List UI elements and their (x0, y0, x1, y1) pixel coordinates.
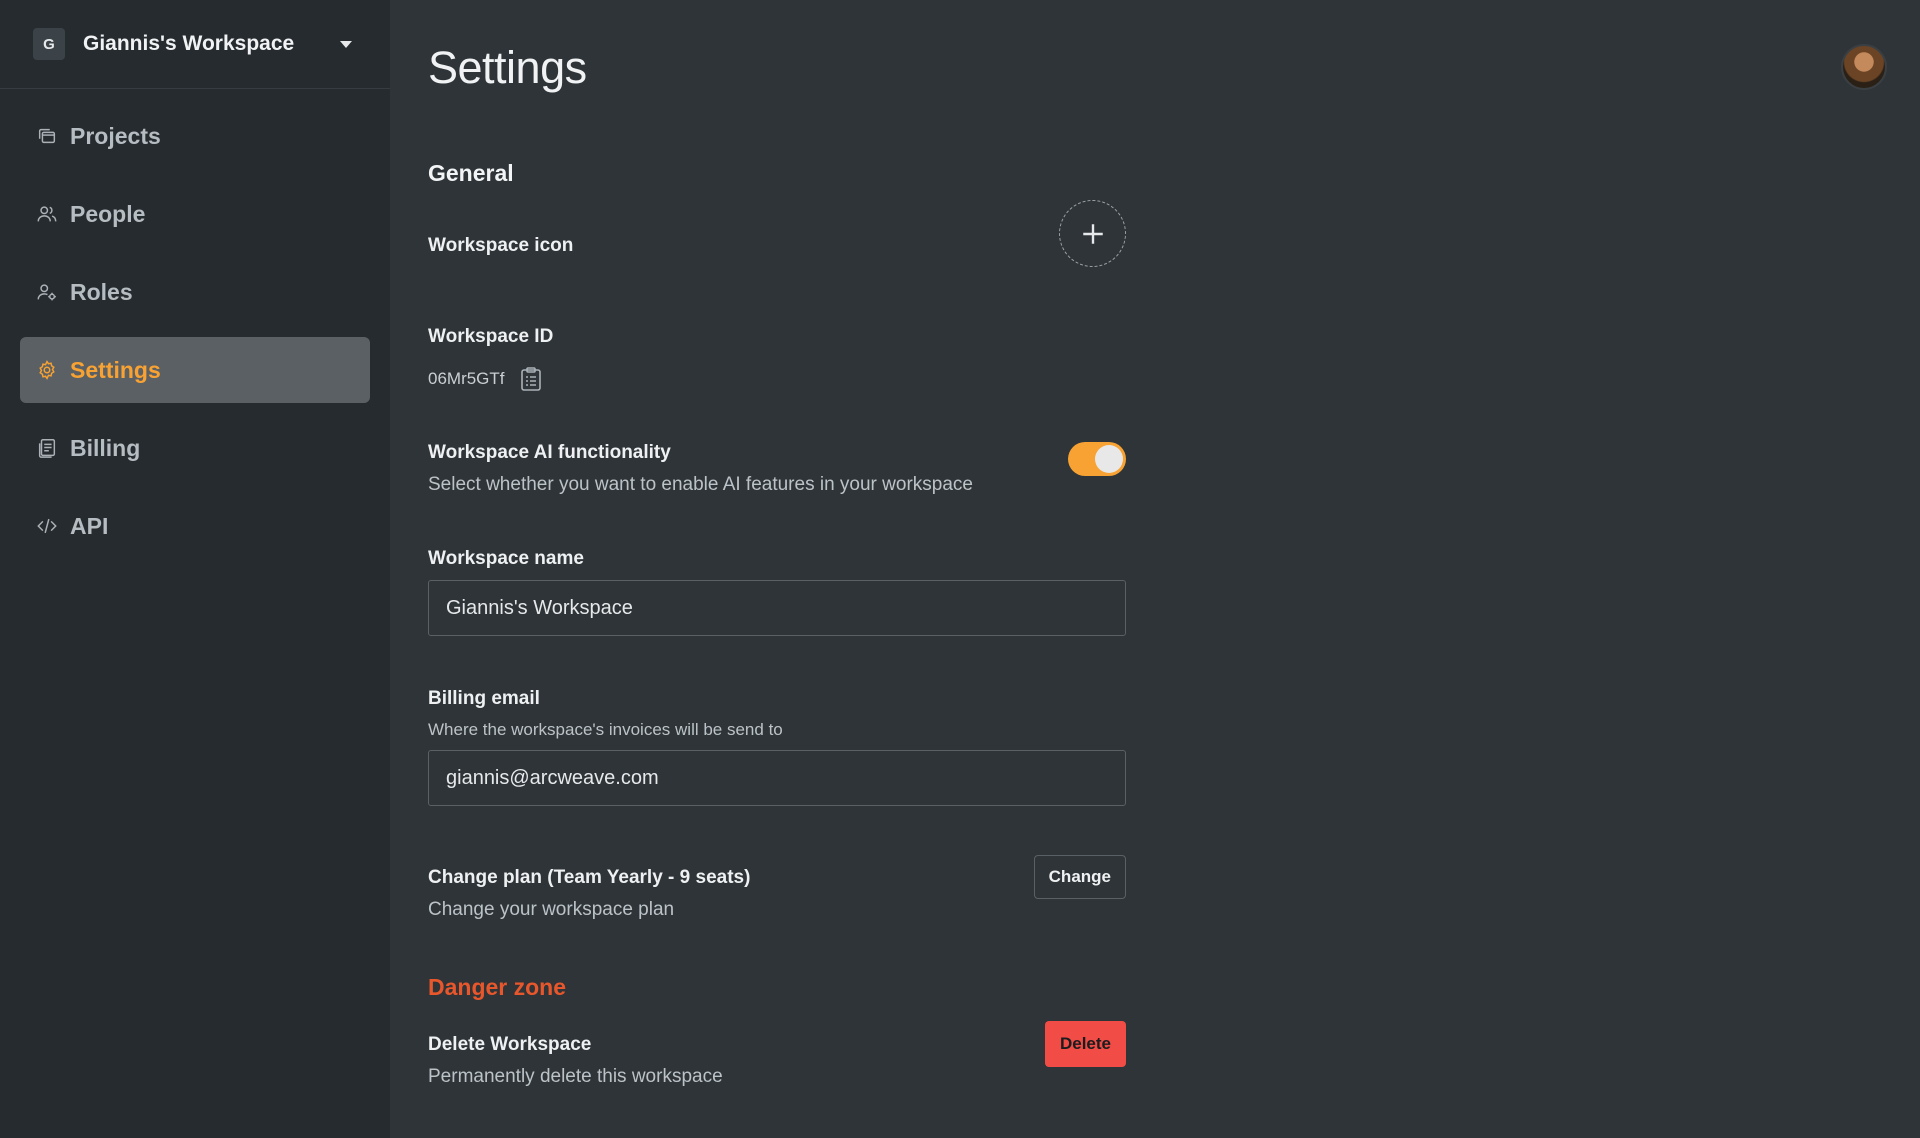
workspace-switcher[interactable]: G Giannis's Workspace (0, 0, 390, 89)
plus-icon (1082, 223, 1103, 244)
projects-icon (36, 125, 58, 147)
main-content: Settings General Workspace icon Workspac… (390, 0, 1920, 1138)
change-plan-row: Change plan (Team Yearly - 9 seats) Chan… (428, 855, 1126, 921)
workspace-id-row: Workspace ID 06Mr5GTf (428, 326, 1126, 392)
sidebar-item-label: Roles (70, 278, 133, 305)
workspace-icon-label: Workspace icon (428, 235, 574, 256)
ai-toggle[interactable] (1068, 442, 1126, 476)
delete-workspace-label: Delete Workspace (428, 1034, 592, 1055)
user-avatar[interactable] (1841, 44, 1887, 90)
workspace-icon-row: Workspace icon (428, 200, 1126, 267)
change-plan-button[interactable]: Change (1033, 855, 1126, 899)
billing-email-description: Where the workspace's invoices will be s… (428, 720, 783, 739)
billing-email-row: Billing email Where the workspace's invo… (428, 688, 1126, 806)
workspace-name-row: Workspace name (428, 548, 1126, 636)
delete-workspace-row: Delete Workspace Permanently delete this… (428, 1021, 1126, 1088)
gear-icon (36, 359, 58, 381)
clipboard-icon[interactable] (519, 366, 543, 392)
workspace-id-label: Workspace ID (428, 326, 554, 347)
delete-workspace-description: Permanently delete this workspace (428, 1066, 723, 1087)
upload-icon-button[interactable] (1059, 200, 1126, 267)
ai-functionality-label: Workspace AI functionality (428, 442, 671, 463)
billing-email-label: Billing email (428, 688, 540, 709)
workspace-name: Giannis's Workspace (83, 32, 295, 55)
sidebar-item-projects[interactable]: Projects (20, 103, 370, 169)
sidebar-nav: Projects People Roles Settings Billing A… (0, 89, 390, 559)
ai-functionality-row: Workspace AI functionality Select whethe… (428, 442, 1126, 496)
ai-functionality-description: Select whether you want to enable AI fea… (428, 474, 973, 495)
workspace-badge: G (33, 28, 65, 60)
page-title: Settings (428, 42, 587, 93)
sidebar-item-roles[interactable]: Roles (20, 259, 370, 325)
sidebar-item-label: API (70, 512, 109, 539)
workspace-name-input[interactable] (428, 580, 1126, 636)
sidebar-item-label: People (70, 200, 146, 227)
sidebar-item-people[interactable]: People (20, 181, 370, 247)
danger-zone-header: Danger zone (428, 974, 1126, 1001)
billing-icon (36, 437, 58, 459)
sidebar-item-label: Billing (70, 434, 141, 461)
sidebar-item-label: Projects (70, 122, 161, 149)
code-icon (36, 515, 58, 537)
change-plan-description: Change your workspace plan (428, 899, 675, 920)
roles-icon (36, 281, 58, 303)
workspace-id-value: 06Mr5GTf (428, 369, 505, 388)
workspace-name-label: Workspace name (428, 548, 584, 569)
sidebar-item-billing[interactable]: Billing (20, 415, 370, 481)
change-plan-label: Change plan (Team Yearly - 9 seats) (428, 867, 751, 888)
section-title-general: General (428, 160, 514, 186)
section-title-danger-zone: Danger zone (428, 974, 567, 1000)
sidebar: G Giannis's Workspace Projects People Ro… (0, 0, 390, 1138)
people-icon (36, 203, 58, 225)
sidebar-item-label: Settings (70, 356, 161, 383)
sidebar-item-settings[interactable]: Settings (20, 337, 370, 403)
delete-workspace-button[interactable]: Delete (1044, 1021, 1126, 1067)
sidebar-item-api[interactable]: API (20, 493, 370, 559)
toggle-knob (1095, 445, 1123, 473)
billing-email-input[interactable] (428, 750, 1126, 806)
caret-down-icon (340, 40, 352, 48)
